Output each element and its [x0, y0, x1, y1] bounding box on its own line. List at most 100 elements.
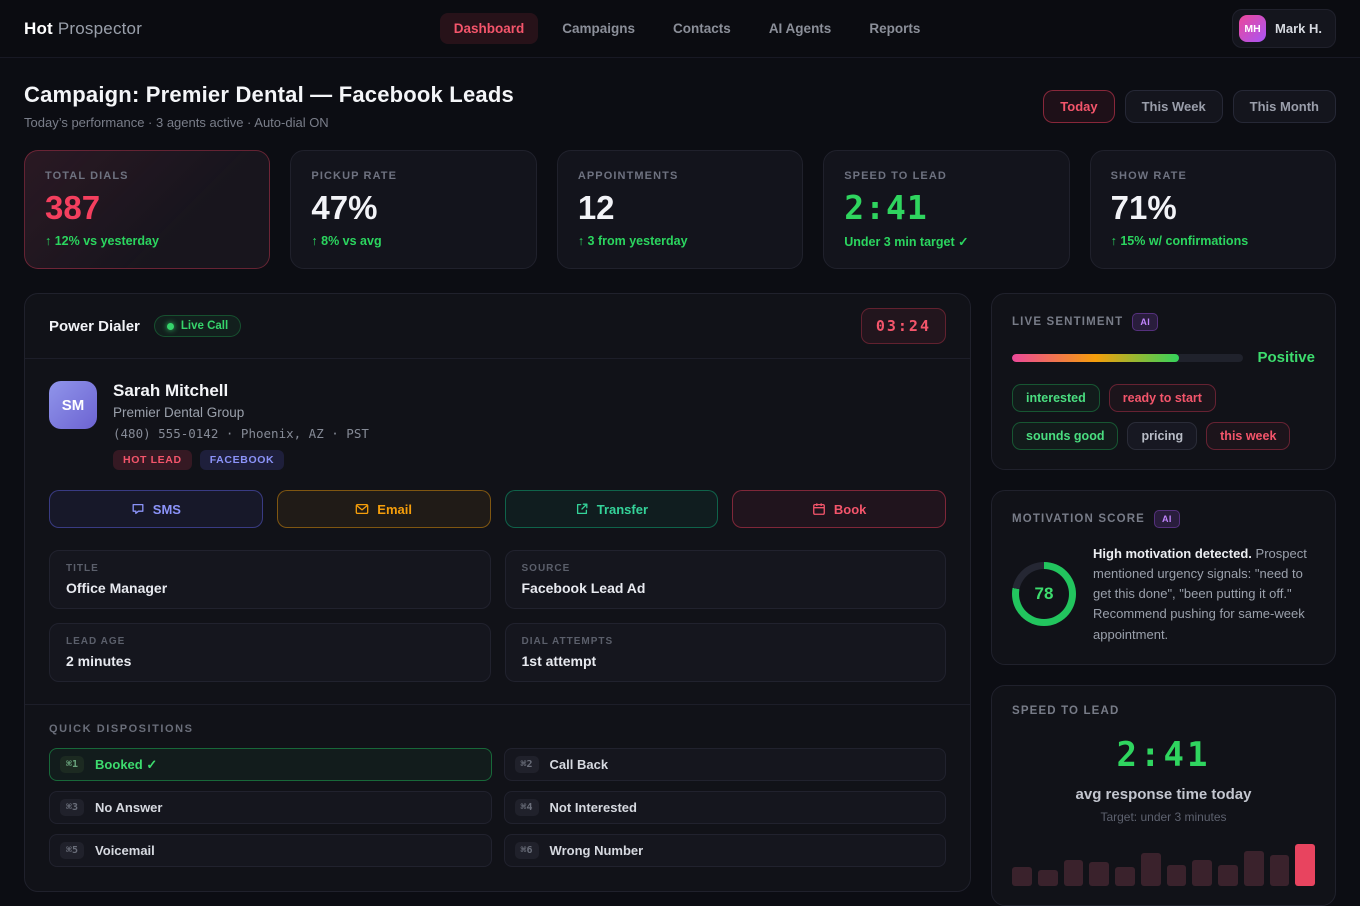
avatar: MH	[1239, 15, 1266, 42]
sentiment-value: Positive	[1257, 349, 1315, 366]
kpi-value: 2:41	[844, 191, 1048, 224]
sentiment-title: LIVE SENTIMENT	[1012, 316, 1123, 328]
speed-bar	[1115, 867, 1135, 886]
disposition-not-interested[interactable]: ⌘4 Not Interested	[504, 791, 947, 824]
keyword-chip: ready to start	[1109, 384, 1216, 412]
shortcut-key-badge: ⌘3	[60, 799, 84, 816]
facebook-source-badge: FACEBOOK	[200, 450, 285, 470]
motivation-ring: 78	[1012, 562, 1076, 626]
right-sidebar: LIVE SENTIMENT AI Positive interested re…	[991, 293, 1336, 906]
call-timer: 03:24	[861, 308, 946, 344]
dialer-title: Power Dialer	[49, 318, 140, 335]
speed-bar	[1295, 844, 1315, 886]
disposition-call-back[interactable]: ⌘2 Call Back	[504, 748, 947, 781]
calendar-icon	[812, 502, 826, 516]
field-value: 2 minutes	[66, 653, 474, 669]
range-this-month-button[interactable]: This Month	[1233, 90, 1336, 123]
top-nav: Hot Prospector Dashboard Campaigns Conta…	[0, 0, 1360, 58]
chat-bubble-icon	[131, 502, 145, 516]
speed-bar	[1038, 870, 1058, 886]
keyword-chip: this week	[1206, 422, 1290, 450]
brand-bold: Hot	[24, 19, 53, 38]
email-button[interactable]: Email	[277, 490, 491, 528]
kpi-delta: ↑ 8% vs avg	[311, 234, 515, 248]
disposition-label: No Answer	[95, 800, 162, 815]
kpi-delta: Under 3 min target ✓	[844, 234, 1048, 249]
nav-item-reports[interactable]: Reports	[855, 13, 934, 44]
sentiment-fill	[1012, 354, 1179, 362]
sms-button[interactable]: SMS	[49, 490, 263, 528]
external-arrow-icon	[575, 502, 589, 516]
sentiment-meter	[1012, 354, 1243, 362]
disposition-label: Not Interested	[550, 800, 637, 815]
field-dial-attempts: DIAL ATTEMPTS 1st attempt	[505, 623, 947, 682]
speed-target: Target: under 3 minutes	[1012, 810, 1315, 824]
keyword-chip: pricing	[1127, 422, 1197, 450]
range-this-week-button[interactable]: This Week	[1125, 90, 1223, 123]
disposition-no-answer[interactable]: ⌘3 No Answer	[49, 791, 492, 824]
speed-bar	[1244, 851, 1264, 886]
field-lead-age: LEAD AGE 2 minutes	[49, 623, 491, 682]
speed-value: 2:41	[1012, 735, 1315, 775]
live-call-label: Live Call	[181, 320, 228, 332]
live-sentiment-panel: LIVE SENTIMENT AI Positive interested re…	[991, 293, 1336, 470]
speed-bar	[1167, 865, 1187, 886]
nav-item-campaigns[interactable]: Campaigns	[548, 13, 649, 44]
motivation-summary: High motivation detected. Prospect menti…	[1093, 544, 1315, 645]
book-button[interactable]: Book	[732, 490, 946, 528]
field-value: Facebook Lead Ad	[522, 580, 930, 596]
speed-bar	[1270, 855, 1290, 886]
kpi-value: 12	[578, 191, 782, 224]
transfer-label: Transfer	[597, 502, 648, 517]
live-call-badge: Live Call	[154, 315, 241, 337]
kpi-speed-to-lead: SPEED TO LEAD 2:41 Under 3 min target ✓	[823, 150, 1069, 269]
field-value: 1st attempt	[522, 653, 930, 669]
power-dialer-panel: Power Dialer Live Call 03:24 SM Sarah Mi…	[24, 293, 971, 892]
disposition-label: Voicemail	[95, 843, 155, 858]
motivation-score-panel: MOTIVATION SCORE AI 78 High motivation d…	[991, 490, 1336, 665]
field-label: SOURCE	[522, 563, 930, 574]
contact-card: SM Sarah Mitchell Premier Dental Group (…	[49, 381, 946, 470]
contact-badges: HOT LEAD FACEBOOK	[113, 450, 369, 470]
date-range-toggle: Today This Week This Month	[1043, 90, 1336, 123]
nav-item-contacts[interactable]: Contacts	[659, 13, 745, 44]
disposition-voicemail[interactable]: ⌘5 Voicemail	[49, 834, 492, 867]
kpi-row: TOTAL DIALS 387 ↑ 12% vs yesterday PICKU…	[24, 150, 1336, 269]
disposition-wrong-number[interactable]: ⌘6 Wrong Number	[504, 834, 947, 867]
motivation-title: MOTIVATION SCORE	[1012, 513, 1145, 525]
kpi-delta: ↑ 15% w/ confirmations	[1111, 234, 1315, 248]
user-menu[interactable]: MH Mark H.	[1232, 9, 1336, 48]
speed-bar	[1064, 860, 1084, 886]
kpi-delta: ↑ 12% vs yesterday	[45, 234, 249, 248]
contact-phone: (480) 555-0142 · Phoenix, AZ · PST	[113, 426, 369, 441]
field-label: LEAD AGE	[66, 636, 474, 647]
kpi-show-rate: SHOW RATE 71% ↑ 15% w/ confirmations	[1090, 150, 1336, 269]
contact-name: Sarah Mitchell	[113, 381, 369, 401]
speed-bar	[1141, 853, 1161, 886]
contact-company: Premier Dental Group	[113, 405, 369, 420]
nav-links: Dashboard Campaigns Contacts AI Agents R…	[440, 13, 935, 44]
motivation-score: 78	[1035, 584, 1054, 604]
nav-item-dashboard[interactable]: Dashboard	[440, 13, 539, 44]
kpi-label: SPEED TO LEAD	[844, 170, 1048, 182]
kpi-label: TOTAL DIALS	[45, 170, 249, 182]
sentiment-keywords: interested ready to start sounds good pr…	[1012, 384, 1315, 450]
field-source: SOURCE Facebook Lead Ad	[505, 550, 947, 609]
dispositions-title: QUICK DISPOSITIONS	[49, 723, 946, 735]
motivation-lead: High motivation detected.	[1093, 546, 1252, 561]
disposition-booked[interactable]: ⌘1 Booked ✓	[49, 748, 492, 781]
nav-item-ai-agents[interactable]: AI Agents	[755, 13, 846, 44]
kpi-total-dials: TOTAL DIALS 387 ↑ 12% vs yesterday	[24, 150, 270, 269]
shortcut-key-badge: ⌘5	[60, 842, 84, 859]
transfer-button[interactable]: Transfer	[505, 490, 719, 528]
hot-lead-badge: HOT LEAD	[113, 450, 192, 470]
ai-badge: AI	[1154, 510, 1180, 528]
speed-bar	[1192, 860, 1212, 886]
disposition-label: Booked ✓	[95, 757, 157, 773]
app-logo[interactable]: Hot Prospector	[24, 19, 142, 39]
disposition-label: Wrong Number	[550, 843, 644, 858]
kpi-label: PICKUP RATE	[311, 170, 515, 182]
range-today-button[interactable]: Today	[1043, 90, 1114, 123]
ai-badge: AI	[1132, 313, 1158, 331]
speed-bars	[1012, 842, 1315, 886]
